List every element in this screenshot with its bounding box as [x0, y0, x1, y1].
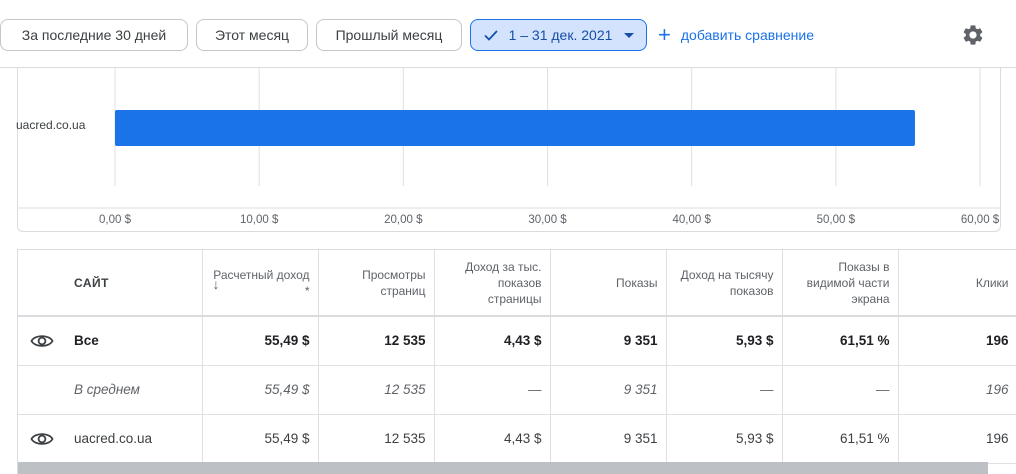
report-table: САЙТ ↓ Расчетный доход * Просмотры стран… [17, 249, 1016, 474]
cell-clicks: 196 [898, 316, 1016, 366]
cell-viewable: 61,51 % [782, 316, 899, 366]
table-row-average: В среднем 55,49 $ 12 535 — 9 351 — — 196 [18, 365, 1016, 415]
cell-revenue: 55,49 $ [202, 316, 319, 366]
cell-clicks: 196 [898, 365, 1016, 415]
cell-page-rpm: 4,43 $ [434, 316, 551, 366]
cell-pageviews: 12 535 [318, 365, 435, 415]
col-header-clicks[interactable]: Клики [898, 250, 1016, 317]
row-all-site-label: Все [74, 333, 99, 349]
chart-x-tick-label: 30,00 $ [528, 214, 567, 226]
cell-revenue: 55,49 $ [202, 414, 319, 464]
cell-impressions: 9 351 [550, 365, 667, 415]
chart-bar[interactable] [115, 110, 915, 146]
cell-site: В среднем [18, 365, 203, 415]
cell-revenue: 55,49 $ [202, 365, 319, 415]
chart-x-tick-label: 60,00 $ [960, 214, 1000, 226]
cell-pageviews: 12 535 [318, 316, 435, 366]
col-header-revenue-label: Расчетный доход * [213, 267, 310, 298]
table-header-row: САЙТ ↓ Расчетный доход * Просмотры стран… [18, 250, 1016, 317]
col-header-site[interactable]: САЙТ [18, 250, 203, 317]
chart-category-label: uacred.co.ua [16, 118, 86, 132]
cell-page-rpm: — [434, 365, 551, 415]
eye-icon[interactable] [30, 430, 54, 448]
sort-down-icon: ↓ [212, 276, 220, 292]
cell-impressions: 9 351 [550, 414, 667, 464]
cell-viewable: — [782, 365, 899, 415]
col-header-pageviews[interactable]: Просмотры страниц [318, 250, 435, 317]
cell-viewable: 61,51 % [782, 414, 899, 464]
col-header-revenue[interactable]: ↓ Расчетный доход * [202, 250, 319, 317]
col-header-page-rpm[interactable]: Доход за тыс. показов страницы [434, 250, 551, 317]
revenue-bar-chart [17, 68, 1001, 209]
chart-x-tick-label: 20,00 $ [384, 214, 423, 226]
row-site-label: uacred.co.ua [74, 431, 153, 446]
chart-x-tick-label: 50,00 $ [816, 214, 856, 226]
chart-x-tick-label: 0,00 $ [99, 214, 131, 226]
col-header-impressions[interactable]: Показы [550, 250, 667, 317]
cell-rpm: 5,93 $ [666, 316, 783, 366]
cell-clicks: 196 [898, 414, 1016, 464]
cell-page-rpm: 4,43 $ [434, 414, 551, 464]
cell-rpm: 5,93 $ [666, 414, 783, 464]
col-header-rpm[interactable]: Доход на тысячу показов [666, 250, 783, 317]
col-header-viewable[interactable]: Показы в видимой части экрана [782, 250, 899, 317]
chart-x-tick-label: 10,00 $ [239, 214, 279, 226]
eye-icon[interactable] [30, 332, 54, 350]
cell-pageviews: 12 535 [318, 414, 435, 464]
cell-rpm: — [666, 365, 783, 415]
cell-impressions: 9 351 [550, 316, 667, 366]
cell-site: uacred.co.ua [18, 414, 203, 464]
horizontal-scrollbar[interactable] [18, 462, 988, 474]
cell-site: Все [18, 316, 203, 366]
table-row-site: uacred.co.ua 55,49 $ 12 535 4,43 $ 9 351… [18, 414, 1016, 464]
chart-x-tick-label: 40,00 $ [672, 214, 711, 226]
table-row-all: Все 55,49 $ 12 535 4,43 $ 9 351 5,93 $ 6… [18, 316, 1016, 366]
